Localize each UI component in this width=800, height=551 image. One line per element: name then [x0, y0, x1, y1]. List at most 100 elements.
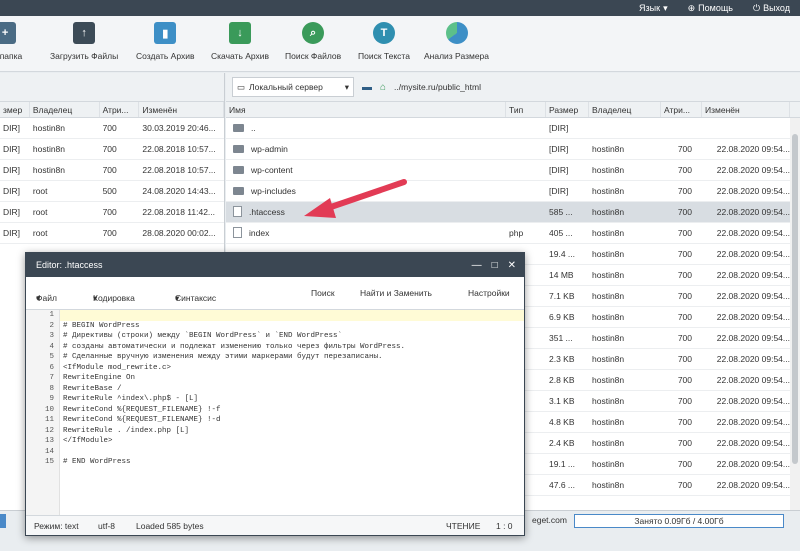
col-name[interactable]: Имя: [226, 102, 506, 117]
server-icon: ▭: [237, 81, 246, 92]
menu-settings[interactable]: Настройки: [468, 288, 510, 298]
code-line[interactable]: # END WordPress: [60, 457, 524, 468]
find-text-button[interactable]: T Поиск Текста: [358, 22, 410, 61]
code-line[interactable]: [60, 447, 524, 458]
cell-text: ..: [251, 123, 256, 133]
upload-button[interactable]: ↑ Загрузить Файлы: [50, 22, 118, 61]
table-row[interactable]: index php 405 ... hostin8n 700 22.08.2020 09:…: [226, 223, 800, 244]
cell-text: hostin8n: [592, 270, 625, 280]
cell-modified: 24.08.2020 14:43...: [142, 186, 216, 196]
menu-find-replace[interactable]: Найти и Заменить: [360, 288, 432, 298]
cell-text: 4.8 KB: [549, 417, 575, 427]
line-number: 15: [44, 458, 54, 466]
table-row[interactable]: DIR] hostin8n 700 22.08.2018 10:57...: [0, 160, 224, 181]
code-line[interactable]: RewriteRule . /index.php [L]: [60, 426, 524, 437]
code-line[interactable]: # Сделанные вручную изменения между этим…: [60, 352, 524, 363]
table-row[interactable]: DIR] hostin8n 700 30.03.2019 20:46...: [0, 118, 224, 139]
table-row[interactable]: DIR] root 700 28.08.2020 00:02...: [0, 223, 224, 244]
cell-size: 4.8 KB: [546, 412, 589, 432]
table-row[interactable]: DIR] hostin8n 700 22.08.2018 10:57...: [0, 139, 224, 160]
line-number: 9: [49, 395, 54, 403]
cell-text: 700: [677, 186, 692, 196]
analyze-size-button[interactable]: Анализ Размера: [424, 22, 489, 61]
code-line[interactable]: [60, 310, 524, 321]
table-row[interactable]: DIR] root 700 22.08.2018 11:42...: [0, 202, 224, 223]
help-link[interactable]: ⊕ Помощь: [688, 3, 733, 14]
code-line[interactable]: <IfModule mod_rewrite.c>: [60, 363, 524, 374]
col-attr[interactable]: Атри...: [100, 102, 140, 117]
cell-text: hostin8n: [592, 207, 625, 217]
cell-attr: 700: [102, 123, 117, 133]
vertical-scrollbar[interactable]: [790, 118, 800, 510]
code-line[interactable]: RewriteCond %{REQUEST_FILENAME} !-f: [60, 405, 524, 416]
maximize-icon[interactable]: □: [492, 260, 498, 271]
table-row[interactable]: .. [DIR]: [226, 118, 800, 139]
cell-mod: 22.08.2020 09:54...: [702, 244, 790, 264]
code-line[interactable]: RewriteBase /: [60, 384, 524, 395]
exit-link[interactable]: ⏻ Выход: [753, 3, 790, 14]
col-modified[interactable]: Изменён: [139, 102, 224, 117]
close-icon[interactable]: ✕: [508, 260, 516, 271]
find-files-button[interactable]: ⌕ Поиск Файлов: [285, 22, 341, 61]
cell-text: 22.08.2020 09:54...: [716, 144, 790, 154]
cell-type: [506, 202, 546, 222]
cell-attr: [661, 118, 702, 138]
code-line[interactable]: </IfModule>: [60, 436, 524, 447]
chevron-down-icon: ▾: [344, 81, 349, 92]
code-line[interactable]: RewriteCond %{REQUEST_FILENAME} !-d: [60, 415, 524, 426]
editor-titlebar[interactable]: Editor: .htaccess — □ ✕: [26, 253, 524, 277]
code-editor[interactable]: 1 2 3 4 5 6 7 8 9 10 11 12 13 14 15 # BEGIN WordPress #…: [26, 310, 524, 515]
code-line[interactable]: RewriteRule ^index\.php$ - [L]: [60, 394, 524, 405]
cell-mod: 22.08.2020 09:54...: [702, 265, 790, 285]
table-row[interactable]: DIR] root 500 24.08.2020 14:43...: [0, 181, 224, 202]
col-type[interactable]: Тип: [506, 102, 546, 117]
cell-text: 700: [677, 375, 692, 385]
cell-text: [DIR]: [549, 144, 569, 154]
minimize-icon[interactable]: —: [472, 260, 482, 271]
menu-search[interactable]: Поиск: [311, 288, 335, 298]
cell-mod: 22.08.2020 09:54...: [702, 328, 790, 348]
code-area[interactable]: # BEGIN WordPress # Директивы (строки) ме…: [60, 310, 524, 468]
archive-icon: ▮: [154, 22, 177, 44]
cell-mod: 22.08.2020 09:54...: [702, 181, 790, 201]
disk-icon[interactable]: ▬: [362, 82, 372, 93]
cell-text: 22.08.2020 09:54...: [716, 354, 790, 364]
col-size[interactable]: змер: [0, 102, 30, 117]
cell-owner: hostin8n: [589, 202, 661, 222]
cell-owner: root: [32, 186, 48, 196]
server-select[interactable]: ▭ Локальный сервер ▾: [232, 77, 354, 97]
status-loaded: Loaded 585 bytes: [136, 521, 204, 531]
col-modified[interactable]: Изменён: [702, 102, 790, 117]
code-line[interactable]: # Директивы (строки) между `BEGIN WordPr…: [60, 331, 524, 342]
cell-text: 700: [677, 228, 692, 238]
new-folder-button[interactable]: + ая папка: [0, 22, 22, 61]
cell-text: 22.08.2020 09:54...: [716, 228, 790, 238]
language-menu[interactable]: Язык ▾: [639, 3, 668, 14]
home-icon[interactable]: ⌂: [380, 82, 386, 93]
cell-text: hostin8n: [592, 312, 625, 322]
scrollbar-thumb[interactable]: [792, 134, 798, 464]
col-size[interactable]: Размер: [546, 102, 589, 117]
code-line[interactable]: # созданы автоматически и подлежат измен…: [60, 342, 524, 353]
code-line[interactable]: RewriteEngine On: [60, 373, 524, 384]
cell-owner: hostin8n: [589, 433, 661, 453]
create-archive-button[interactable]: ▮ Создать Архив: [136, 22, 194, 61]
cell-size: 14 MB: [546, 265, 589, 285]
col-attr[interactable]: Атри...: [661, 102, 702, 117]
cell-text: 22.08.2020 09:54...: [716, 459, 790, 469]
col-owner[interactable]: Владелец: [30, 102, 100, 117]
col-owner[interactable]: Владелец: [589, 102, 661, 117]
cell-attr: 700: [661, 475, 702, 495]
download-archive-button[interactable]: ↓ Скачать Архив: [211, 22, 269, 61]
code-line[interactable]: # BEGIN WordPress: [60, 321, 524, 332]
new-folder-icon: +: [0, 22, 17, 44]
toolbar: + ая папка ↑ Загрузить Файлы ▮ Создать А…: [0, 16, 800, 72]
cell-text: 585 ...: [549, 207, 573, 217]
editor-menu: Файл ▾ Кодировка ▾ Синтаксис ▾ Поиск Най…: [26, 277, 524, 310]
find-files-icon: ⌕: [302, 22, 325, 44]
cell-text: 700: [677, 165, 692, 175]
cell-attr: 700: [661, 202, 702, 222]
upload-label: Загрузить Файлы: [50, 51, 119, 61]
cell-text: hostin8n: [592, 333, 625, 343]
table-row[interactable]: wp-admin [DIR] hostin8n 700 22.08.2020 09:54…: [226, 139, 800, 160]
